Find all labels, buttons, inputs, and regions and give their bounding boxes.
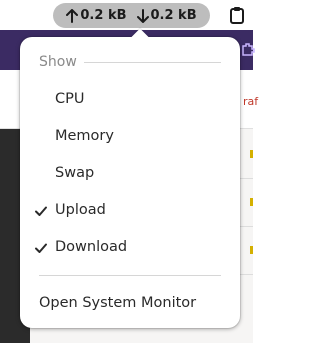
background-marker <box>250 246 253 254</box>
menu-item-swap[interactable]: Swap <box>20 157 240 191</box>
background-row-divider <box>240 226 253 227</box>
menu-item-label: Upload <box>55 202 106 218</box>
download-speed: 0.2 kB <box>136 8 197 23</box>
menu-item-download[interactable]: Download <box>20 231 240 265</box>
menu-item-label: Swap <box>55 165 95 181</box>
upload-rate-text: 0.2 kB <box>80 8 127 23</box>
upload-speed: 0.2 kB <box>66 8 127 23</box>
menu-item-upload[interactable]: Upload <box>20 194 240 228</box>
clipboard-icon[interactable] <box>228 6 246 24</box>
menu-item-memory[interactable]: Memory <box>20 120 240 154</box>
background-row-divider <box>240 274 253 275</box>
menu-item-cpu[interactable]: CPU <box>20 83 240 117</box>
top-panel: 0.2 kB 0.2 kB <box>0 0 253 30</box>
menu-item-label: Open System Monitor <box>39 295 197 311</box>
extension-icon <box>242 43 255 56</box>
checkmark-icon <box>35 206 47 216</box>
download-rate-text: 0.2 kB <box>150 8 197 23</box>
background-row-divider <box>240 178 253 179</box>
section-divider <box>84 62 221 63</box>
menu-item-label: CPU <box>55 91 85 107</box>
arrow-down-icon <box>136 8 149 23</box>
arrow-up-icon <box>66 8 79 23</box>
open-system-monitor-item[interactable]: Open System Monitor <box>20 287 240 321</box>
network-speed-indicator[interactable]: 0.2 kB 0.2 kB <box>53 3 210 28</box>
menu-item-label: Download <box>55 239 128 255</box>
checkmark-icon <box>35 243 47 253</box>
network-monitor-menu: Show CPU Memory Swap Upload Download Ope… <box>20 28 240 328</box>
menu-separator <box>39 275 221 276</box>
background-partial-text: raf <box>243 95 259 108</box>
background-marker <box>250 150 253 158</box>
section-title-show: Show <box>39 54 77 70</box>
background-marker <box>250 198 253 206</box>
menu-item-label: Memory <box>55 128 114 144</box>
